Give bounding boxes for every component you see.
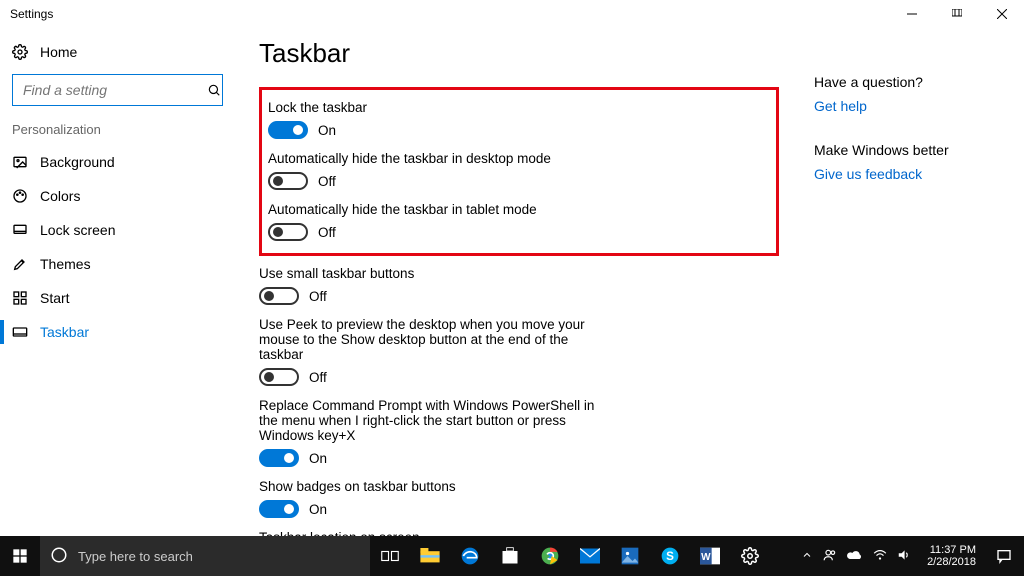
search-icon xyxy=(207,83,221,97)
brush-icon xyxy=(12,256,40,272)
toggle-autohide-tablet[interactable] xyxy=(268,223,308,241)
taskbar-app-settings[interactable] xyxy=(730,536,770,576)
toggle-lock-taskbar[interactable] xyxy=(268,121,308,139)
sidebar-item-label: Lock screen xyxy=(40,222,115,238)
taskbar-app-chrome[interactable] xyxy=(530,536,570,576)
taskbar-app-gallery[interactable] xyxy=(610,536,650,576)
option-label: Automatically hide the taskbar in deskto… xyxy=(268,151,770,166)
section-title: Personalization xyxy=(0,118,235,145)
toggle-state: Off xyxy=(309,289,327,304)
sidebar-item-label: Taskbar xyxy=(40,324,89,340)
search-field[interactable] xyxy=(21,81,207,99)
os-taskbar: Type here to search S W 11:37 PM xyxy=(0,536,1024,576)
toggle-autohide-desktop[interactable] xyxy=(268,172,308,190)
gear-icon xyxy=(12,44,40,60)
highlight-box: Lock the taskbar On Automatically hide t… xyxy=(259,87,779,256)
svg-text:S: S xyxy=(666,550,674,563)
toggle-state: On xyxy=(318,123,336,138)
sidebar-item-label: Start xyxy=(40,290,70,306)
toggle-powershell[interactable] xyxy=(259,449,299,467)
search-input[interactable] xyxy=(12,74,223,106)
cortana-icon xyxy=(50,546,68,567)
taskbar-app-explorer[interactable] xyxy=(410,536,450,576)
sidebar-item-background[interactable]: Background xyxy=(0,145,235,179)
taskbar-app-edge[interactable] xyxy=(450,536,490,576)
option-label: Replace Command Prompt with Windows Powe… xyxy=(259,398,599,443)
wifi-icon[interactable] xyxy=(873,548,887,565)
palette-icon xyxy=(12,188,40,204)
toggle-state: Off xyxy=(318,225,336,240)
get-help-link[interactable]: Get help xyxy=(814,98,1014,114)
sidebar-item-label: Background xyxy=(40,154,115,170)
toggle-state: On xyxy=(309,451,327,466)
give-feedback-link[interactable]: Give us feedback xyxy=(814,166,1014,182)
home-button[interactable]: Home xyxy=(0,38,235,66)
taskbar-app-mail[interactable] xyxy=(570,536,610,576)
toggle-small-buttons[interactable] xyxy=(259,287,299,305)
tray-chevron-up-icon[interactable] xyxy=(801,549,813,564)
better-heading: Make Windows better xyxy=(814,142,1014,158)
minimize-button[interactable] xyxy=(889,0,934,28)
clock-date: 2/28/2018 xyxy=(927,556,976,568)
start-button[interactable] xyxy=(0,536,40,576)
people-icon[interactable] xyxy=(823,548,837,565)
sidebar-item-lockscreen[interactable]: Lock screen xyxy=(0,213,235,247)
toggle-state: Off xyxy=(309,370,327,385)
titlebar: Settings xyxy=(0,0,1024,28)
onedrive-icon[interactable] xyxy=(847,549,863,564)
clock-time: 11:37 PM xyxy=(927,544,976,556)
action-center-button[interactable] xyxy=(984,536,1024,576)
sidebar-item-start[interactable]: Start xyxy=(0,281,235,315)
taskbar-app-word[interactable]: W xyxy=(690,536,730,576)
page-title: Taskbar xyxy=(259,38,779,69)
volume-icon[interactable] xyxy=(897,548,911,565)
sidebar-item-taskbar[interactable]: Taskbar xyxy=(0,315,235,349)
taskbar-icon xyxy=(12,324,40,340)
grid-icon xyxy=(12,290,40,306)
svg-text:W: W xyxy=(701,552,711,563)
option-label: Show badges on taskbar buttons xyxy=(259,479,779,494)
sidebar-item-themes[interactable]: Themes xyxy=(0,247,235,281)
option-label: Lock the taskbar xyxy=(268,100,770,115)
option-label: Use Peek to preview the desktop when you… xyxy=(259,317,599,362)
sidebar-item-label: Colors xyxy=(40,188,80,204)
sidebar-item-colors[interactable]: Colors xyxy=(0,179,235,213)
sidebar: Home Personalization Background Colors xyxy=(0,28,235,536)
toggle-badges[interactable] xyxy=(259,500,299,518)
close-button[interactable] xyxy=(979,0,1024,28)
system-tray[interactable] xyxy=(793,548,919,565)
taskbar-search-placeholder: Type here to search xyxy=(78,549,193,564)
toggle-state: Off xyxy=(318,174,336,189)
aside-panel: Have a question? Get help Make Windows b… xyxy=(814,38,1014,536)
taskbar-app-store[interactable] xyxy=(490,536,530,576)
sidebar-item-label: Themes xyxy=(40,256,91,272)
image-icon xyxy=(12,154,40,170)
toggle-state: On xyxy=(309,502,327,517)
home-label: Home xyxy=(40,44,77,60)
toggle-peek[interactable] xyxy=(259,368,299,386)
taskbar-clock[interactable]: 11:37 PM 2/28/2018 xyxy=(919,544,984,568)
window-title: Settings xyxy=(10,7,53,21)
task-view-button[interactable] xyxy=(370,536,410,576)
option-label: Automatically hide the taskbar in tablet… xyxy=(268,202,770,217)
question-heading: Have a question? xyxy=(814,74,1014,90)
maximize-button[interactable] xyxy=(934,0,979,28)
option-label: Use small taskbar buttons xyxy=(259,266,779,281)
taskbar-search[interactable]: Type here to search xyxy=(40,536,370,576)
taskbar-app-skype[interactable]: S xyxy=(650,536,690,576)
monitor-icon xyxy=(12,222,40,238)
main-content: Taskbar Lock the taskbar On Automaticall… xyxy=(259,38,779,536)
